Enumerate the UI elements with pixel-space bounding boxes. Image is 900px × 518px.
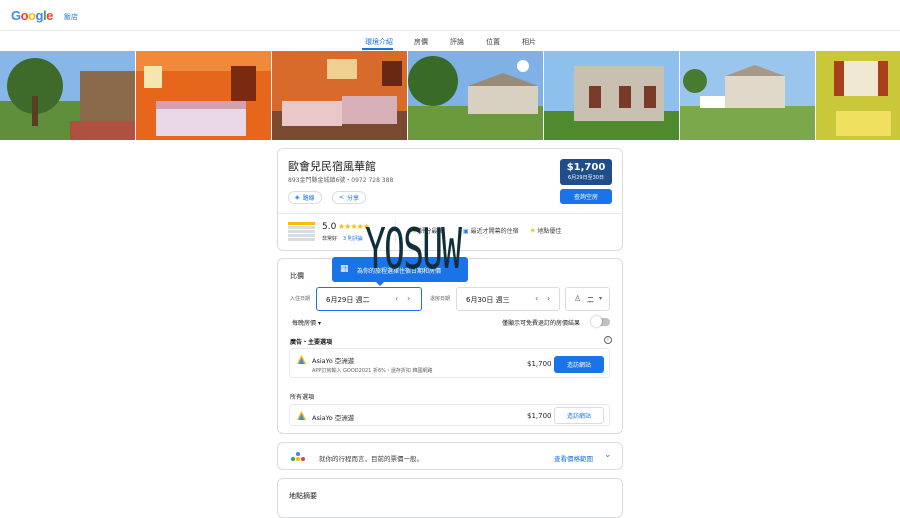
section-tabs: 環境介紹 房價 評論 位置 相片 <box>0 31 900 50</box>
flag-icon: ⚑ <box>530 228 536 235</box>
hotel-address: 893金門縣金城鎮6號・0972 728 388 <box>288 177 394 184</box>
offer-price: $1,700 <box>527 360 552 368</box>
ads-heading: 廣告・主要選項 <box>290 339 333 346</box>
free-cancel-label: 僅顯示可免費退訂的房價結果 <box>502 320 581 327</box>
share-icon: < <box>339 194 345 201</box>
offer-row[interactable]: AsiaYo 亞洲遊 $1,700 造訪網站 <box>289 404 610 426</box>
tab-reviews[interactable]: 評論 <box>450 37 464 47</box>
visit-site-button[interactable]: 造訪網站 <box>554 407 604 424</box>
hotel-photo[interactable] <box>272 51 407 140</box>
directions-button[interactable]: ◈ 路線 <box>288 191 322 204</box>
share-label: 分享 <box>347 195 360 202</box>
reviews-link[interactable]: 3 則評論 <box>343 235 363 242</box>
top-bar: Google 飯店 <box>0 0 900 31</box>
chevron-left-icon[interactable]: ‹ <box>535 294 538 303</box>
new-icon: ▣ <box>463 228 469 235</box>
all-options-heading: 所有選項 <box>290 394 315 401</box>
check-availability-button[interactable]: 查詢空房 <box>560 189 612 204</box>
checkin-label: 入住日期 <box>290 296 311 302</box>
share-button[interactable]: < 分享 <box>332 191 367 204</box>
rating-word: 非常好 <box>322 236 338 242</box>
rating-score: 5.0 <box>322 222 337 232</box>
offer-price: $1,700 <box>527 412 552 420</box>
checkin-date-value: 6月29日 週二 <box>326 296 370 304</box>
feature-location: ⚑ 地點優佳 <box>530 228 562 235</box>
checkout-date-value: 6月30日 週三 <box>466 296 510 304</box>
hotel-photo[interactable] <box>544 51 679 140</box>
hotel-photo[interactable] <box>816 51 900 140</box>
asiayo-logo-icon <box>297 411 306 420</box>
visit-site-button[interactable]: 造訪網站 <box>554 356 604 373</box>
guests-selector[interactable]: ♙ 二 ▾ <box>565 287 610 311</box>
price-section-title: 比價 <box>290 272 304 280</box>
dropdown-arrow-icon: ▾ <box>599 295 603 302</box>
hotel-photo[interactable] <box>680 51 815 140</box>
price-value: $1,700 <box>566 162 606 173</box>
google-logo[interactable]: Google <box>11 8 53 23</box>
person-icon: ♙ <box>574 294 582 303</box>
free-cancel-toggle[interactable] <box>591 316 610 327</box>
chevron-right-icon[interactable]: › <box>407 294 410 303</box>
ad-offer-row[interactable]: AsiaYo 亞洲遊 APP訂房輸入 GOOD2021 折6%・還存折扣 韓國網… <box>289 348 610 378</box>
rating-bars <box>288 222 315 242</box>
divider <box>278 213 623 214</box>
asiayo-logo-icon <box>297 355 306 364</box>
nightly-price-dropdown[interactable]: 每晚房價 ▾ <box>292 318 321 327</box>
provider-subtitle: APP訂房輸入 GOOD2021 折6%・還存折扣 韓國網路 <box>312 368 433 374</box>
checkout-label: 退房日期 <box>430 296 451 302</box>
chevron-down-icon[interactable]: ⌄ <box>604 450 612 460</box>
checkout-date-picker[interactable]: 6月30日 週三 ‹ › <box>456 287 560 311</box>
hotel-photo[interactable] <box>408 51 543 140</box>
price-dots-icon <box>291 452 307 462</box>
tab-photos[interactable]: 相片 <box>522 37 536 47</box>
dropdown-arrow-icon: ▾ <box>317 320 321 327</box>
location-card: 地點摘要 <box>277 478 623 518</box>
price-insight-text: 就你的行程而言，目前的票價一般。 <box>319 455 423 463</box>
hotel-photo[interactable] <box>136 51 271 140</box>
price-insight-card[interactable]: 就你的行程而言，目前的票價一般。 查看價格範圍 ⌄ <box>277 442 623 470</box>
price-range-link[interactable]: 查看價格範圍 <box>554 453 593 463</box>
provider-name: AsiaYo 亞洲遊 <box>312 357 355 365</box>
chevron-left-icon[interactable]: ‹ <box>395 294 398 303</box>
hotel-name: 歐會兒民宿風華館 <box>288 160 376 173</box>
tab-location[interactable]: 位置 <box>486 37 500 47</box>
tooltip-arrow <box>376 282 384 286</box>
location-title: 地點摘要 <box>289 492 317 500</box>
tab-overview[interactable]: 環境介紹 <box>365 37 393 47</box>
tab-prices[interactable]: 房價 <box>414 37 428 47</box>
checkin-date-picker[interactable]: 6月29日 週二 ‹ › <box>316 287 422 311</box>
info-icon[interactable]: i <box>604 336 612 344</box>
calendar-icon: ▦ <box>340 264 349 274</box>
photo-strip <box>0 51 900 140</box>
hotels-link[interactable]: 飯店 <box>64 12 78 22</box>
feature-new: ▣ 最近才開幕的住宿 <box>463 228 519 235</box>
price-dates: 6月29日至30日 <box>568 175 604 181</box>
provider-name: AsiaYo 亞洲遊 <box>312 414 355 422</box>
chevron-right-icon[interactable]: › <box>547 294 550 303</box>
directions-label: 路線 <box>302 195 315 202</box>
hotel-photo[interactable] <box>0 51 135 140</box>
price-badge[interactable]: $1,700 6月29日至30日 <box>560 159 612 185</box>
watermark-text: YOSUW <box>365 217 462 282</box>
active-tab-indicator <box>362 48 393 50</box>
guests-value: 二 <box>587 296 594 304</box>
directions-icon: ◈ <box>295 194 300 201</box>
